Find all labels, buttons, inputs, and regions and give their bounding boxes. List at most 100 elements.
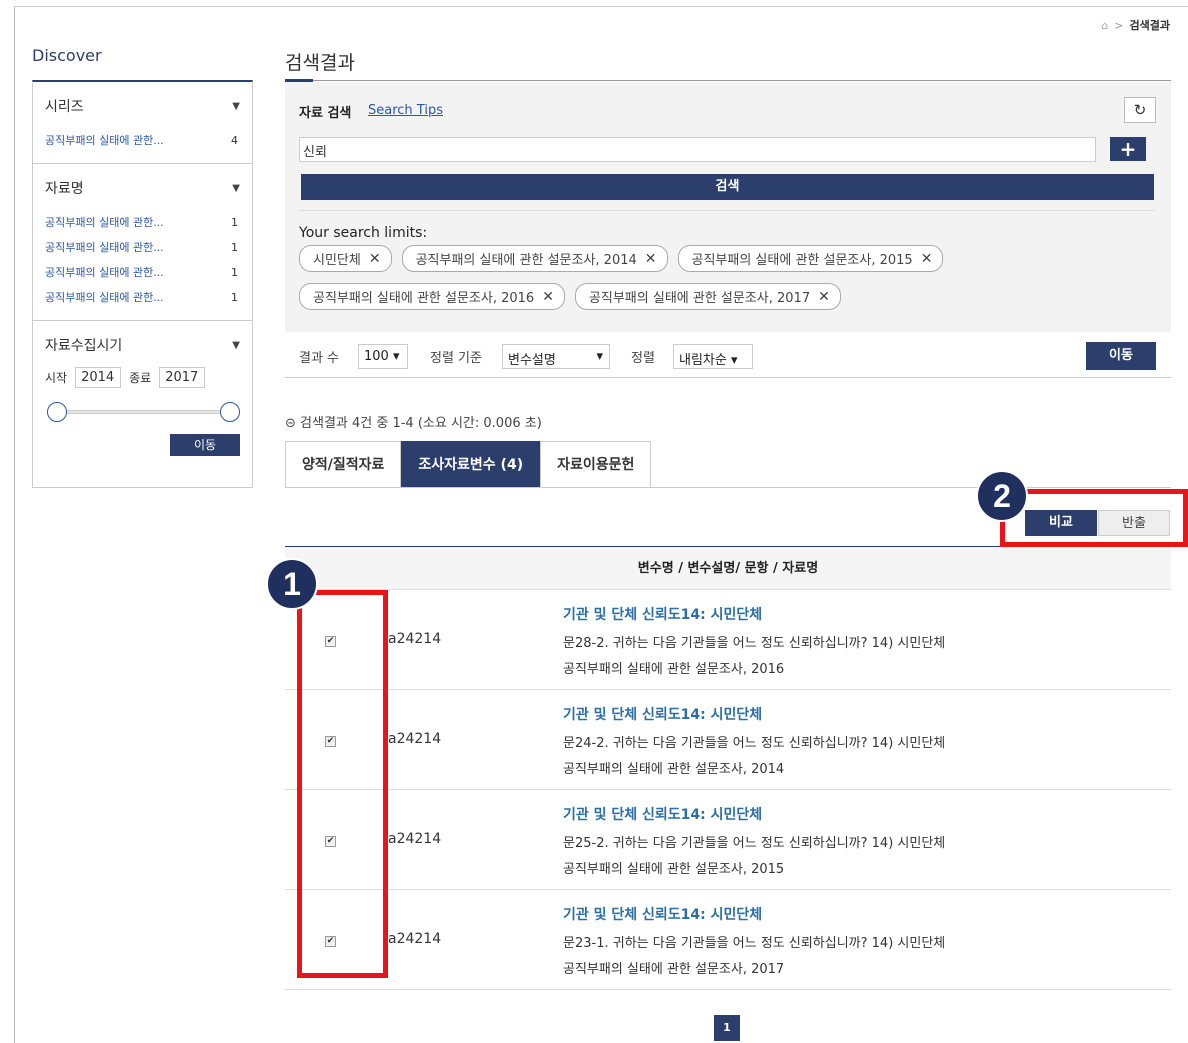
facet-item-count: 1: [231, 266, 238, 279]
annotation-highlight-compare: [1000, 489, 1188, 547]
result-tabs: 양적/질적자료 조사자료변수 (4) 자료이용문헌: [285, 441, 652, 487]
go-button[interactable]: 이동: [1086, 342, 1156, 370]
limit-chip[interactable]: 공직부패의 실태에 관한 설문조사, 2016 ✕: [299, 283, 565, 310]
home-icon[interactable]: ⌂: [1101, 19, 1108, 32]
end-year-label: 종료: [129, 371, 152, 385]
sidebar: 시리즈 ▼ 공직부패의 실태에 관한... 4 자료명 ▼ 공직부패의 실태에 …: [32, 80, 253, 488]
facet-period: 자료수집시기 ▼ 시작 2014 종료 2017 이동: [33, 321, 252, 471]
facet-item-label[interactable]: 공직부패의 실태에 관한...: [45, 210, 164, 235]
variable-dataset: 공직부패의 실태에 관한 설문조사, 2016: [563, 662, 785, 677]
facet-item[interactable]: 공직부패의 실태에 관한... 1: [45, 235, 240, 260]
facet-item-label[interactable]: 공직부패의 실태에 관한...: [45, 285, 164, 310]
chevron-down-icon[interactable]: ▼: [232, 183, 240, 194]
facet-period-header[interactable]: 자료수집시기 ▼: [45, 335, 240, 355]
refresh-icon[interactable]: ↻: [1124, 97, 1156, 123]
sort-select-value: 변수설명: [508, 353, 556, 368]
limit-chip-label: 공직부패의 실태에 관한 설문조사, 2015: [691, 253, 913, 268]
variable-title-link[interactable]: 기관 및 단체 신뢰도14: 시민단체: [563, 704, 762, 724]
close-icon[interactable]: ✕: [369, 251, 381, 267]
frame-top-border: [14, 6, 1188, 7]
limit-chip-label: 공직부패의 실태에 관한 설문조사, 2014: [415, 253, 637, 268]
slider-start-handle[interactable]: [47, 402, 67, 422]
variable-question: 문23-1. 귀하는 다음 기관들을 어느 정도 신뢰하십니까? 14) 시민단…: [563, 936, 946, 951]
order-select[interactable]: 내림차순 ▾: [673, 344, 753, 369]
facet-item[interactable]: 공직부패의 실태에 관한... 1: [45, 210, 240, 235]
end-year-input[interactable]: 2017: [159, 367, 206, 388]
limit-chip[interactable]: 시민단체 ✕: [299, 245, 392, 272]
variable-question: 문24-2. 귀하는 다음 기관들을 어느 정도 신뢰하십니까? 14) 시민단…: [563, 736, 946, 751]
search-limit-chips: 시민단체 ✕ 공직부패의 실태에 관한 설문조사, 2014 ✕ 공직부패의 실태에…: [299, 245, 1019, 310]
limit-chip[interactable]: 공직부패의 실태에 관한 설문조사, 2014 ✕: [401, 245, 668, 272]
table-row: ✔ a24214 기관 및 단체 신뢰도14: 시민단체 문23-1. 귀하는 …: [285, 890, 1171, 990]
tab-quantitative[interactable]: 양적/질적자료: [285, 441, 402, 487]
close-icon[interactable]: ✕: [542, 289, 554, 305]
chevron-down-icon[interactable]: ▼: [232, 101, 240, 112]
facet-item[interactable]: 공직부패의 실태에 관한... 1: [45, 260, 240, 285]
order-label: 정렬: [631, 351, 655, 366]
search-label: 자료 검색: [299, 106, 352, 121]
result-info-text: 검색결과 4건 중 1-4 (소요 시간: 0.006 초): [300, 416, 542, 431]
facet-item-count: 1: [231, 291, 238, 304]
close-icon[interactable]: ✕: [921, 251, 933, 267]
variable-title-link[interactable]: 기관 및 단체 신뢰도14: 시민단체: [563, 804, 762, 824]
breadcrumb-current: 검색결과: [1129, 19, 1170, 32]
info-circle-icon: ⊝: [285, 416, 296, 431]
facet-dataname-header[interactable]: 자료명 ▼: [45, 178, 240, 198]
start-year-input[interactable]: 2014: [75, 367, 122, 388]
facet-item-label[interactable]: 공직부패의 실태에 관한...: [45, 235, 164, 260]
facet-series: 시리즈 ▼ 공직부패의 실태에 관한... 4: [33, 82, 252, 164]
sort-label: 정렬 기준: [430, 351, 482, 366]
plus-icon[interactable]: +: [1110, 137, 1146, 161]
facet-item-count: 4: [231, 134, 238, 147]
search-button[interactable]: 검색: [301, 174, 1154, 200]
pagination-current-page[interactable]: 1: [714, 1015, 740, 1041]
variable-code: a24214: [388, 631, 442, 647]
tabs-divider: [285, 487, 1171, 488]
close-icon[interactable]: ✕: [818, 289, 830, 305]
facet-series-header[interactable]: 시리즈 ▼: [45, 96, 240, 116]
variable-dataset: 공직부패의 실태에 관한 설문조사, 2015: [563, 862, 785, 877]
variable-question: 문28-2. 귀하는 다음 기관들을 어느 정도 신뢰하십니까? 14) 시민단…: [563, 636, 946, 651]
count-select[interactable]: 100 ▾: [358, 344, 408, 369]
annotation-badge-2: 2: [976, 470, 1028, 522]
search-panel: 자료 검색 Search Tips ↻ 신뢰 + 검색 Your search …: [285, 82, 1171, 332]
variable-code: a24214: [388, 831, 442, 847]
limit-chip[interactable]: 공직부패의 실태에 관한 설문조사, 2017 ✕: [574, 283, 841, 310]
chevron-right-icon: >: [1114, 18, 1124, 32]
breadcrumb: ⌂ > 검색결과: [1101, 17, 1170, 33]
facet-item-label[interactable]: 공직부패의 실태에 관한...: [45, 260, 164, 285]
slider-track: [53, 410, 230, 414]
year-range: 시작 2014 종료 2017: [45, 367, 240, 388]
facet-series-title: 시리즈: [45, 99, 84, 115]
facet-item[interactable]: 공직부패의 실태에 관한... 1: [45, 285, 240, 310]
title-divider: [285, 80, 1171, 81]
sort-select[interactable]: 변수설명 ▾: [502, 344, 610, 369]
variable-code: a24214: [388, 731, 442, 747]
annotation-badge-1: 1: [266, 558, 318, 610]
variable-question: 문25-2. 귀하는 다음 기관들을 어느 정도 신뢰하십니까? 14) 시민단…: [563, 836, 946, 851]
facet-item[interactable]: 공직부패의 실태에 관한... 4: [45, 128, 240, 153]
period-go-button[interactable]: 이동: [170, 434, 240, 456]
annotation-highlight-checkboxes: [297, 590, 388, 978]
count-label: 결과 수: [299, 351, 340, 366]
tab-literature[interactable]: 자료이용문헌: [540, 441, 652, 487]
variable-dataset: 공직부패의 실태에 관한 설문조사, 2017: [563, 962, 785, 977]
variable-title-link[interactable]: 기관 및 단체 신뢰도14: 시민단체: [563, 604, 762, 624]
facet-item-count: 1: [231, 216, 238, 229]
limit-chip[interactable]: 공직부패의 실태에 관한 설문조사, 2015 ✕: [677, 245, 944, 272]
close-icon[interactable]: ✕: [645, 251, 657, 267]
year-slider[interactable]: [45, 402, 240, 422]
facet-item-label[interactable]: 공직부패의 실태에 관한...: [45, 128, 164, 153]
start-year-label: 시작: [45, 371, 68, 385]
slider-end-handle[interactable]: [220, 402, 240, 422]
variable-title-link[interactable]: 기관 및 단체 신뢰도14: 시민단체: [563, 904, 762, 924]
facet-dataname-title: 자료명: [45, 181, 84, 197]
sidebar-title: Discover: [32, 46, 102, 65]
variable-dataset: 공직부패의 실태에 관한 설문조사, 2014: [563, 762, 785, 777]
chevron-down-icon[interactable]: ▼: [232, 340, 240, 351]
search-tips-link[interactable]: Search Tips: [368, 103, 443, 118]
search-input[interactable]: 신뢰: [299, 137, 1096, 162]
result-info: ⊝ 검색결과 4건 중 1-4 (소요 시간: 0.006 초): [285, 412, 542, 431]
facet-item-count: 1: [231, 241, 238, 254]
tab-variables[interactable]: 조사자료변수 (4): [401, 441, 541, 487]
